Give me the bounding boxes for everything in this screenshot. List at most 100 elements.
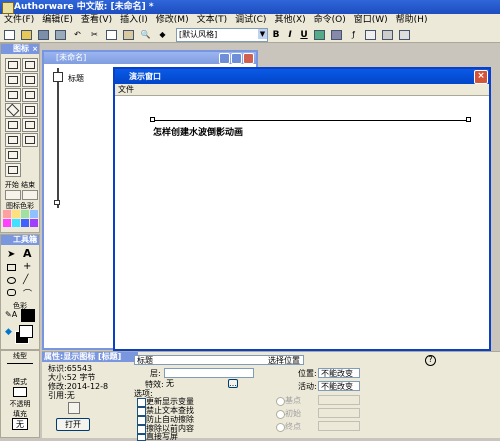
new-file-icon[interactable]: [2, 28, 17, 42]
erase-icon[interactable]: [5, 73, 21, 87]
flow-icon-label[interactable]: 标题: [68, 73, 84, 84]
commands-icon[interactable]: [397, 28, 412, 42]
polygon-tool-icon[interactable]: ⌒: [23, 287, 32, 300]
underline-button[interactable]: U: [298, 30, 310, 40]
menu-text[interactable]: 文本(T): [193, 14, 232, 27]
pen-color-icon[interactable]: ✎A: [5, 310, 17, 319]
menu-help[interactable]: 帮助(H): [392, 14, 432, 27]
open-folder-icon[interactable]: [19, 28, 34, 42]
color-swatch[interactable]: [30, 210, 38, 218]
checkbox-prevent-auto-erase[interactable]: [137, 416, 146, 425]
save-icon[interactable]: [36, 28, 51, 42]
close-icon[interactable]: ×: [32, 44, 38, 54]
knowledge-icon[interactable]: [380, 28, 395, 42]
color-swatch[interactable]: [3, 210, 11, 218]
ellipse-tool-icon[interactable]: [7, 277, 16, 284]
fill-bucket-icon[interactable]: ◆: [5, 327, 12, 337]
menu-view[interactable]: 查看(V): [77, 14, 116, 27]
paste-icon[interactable]: [121, 28, 136, 42]
calculation-icon[interactable]: [5, 118, 21, 132]
menu-debug[interactable]: 调试(C): [231, 14, 270, 27]
movie-icon[interactable]: [5, 133, 21, 147]
color-swatch[interactable]: [21, 210, 29, 218]
layer-field[interactable]: [164, 368, 254, 378]
framework-icon[interactable]: [22, 88, 38, 102]
active-select[interactable]: 不能改变: [318, 381, 360, 391]
maximize-icon[interactable]: [231, 53, 242, 64]
close-icon[interactable]: ×: [474, 70, 488, 84]
end-flag-icon[interactable]: [22, 190, 38, 200]
text-box-handle-right[interactable]: [466, 117, 471, 122]
effect-more-button[interactable]: …: [228, 379, 238, 388]
wait-icon[interactable]: [22, 73, 38, 87]
navigate-icon[interactable]: [5, 88, 21, 102]
cut-icon[interactable]: ✂: [87, 28, 102, 42]
open-button[interactable]: 打开: [56, 418, 90, 431]
rectangle-tool-icon[interactable]: [7, 264, 16, 271]
menu-file[interactable]: 文件(F): [0, 14, 38, 27]
color-swatch[interactable]: [3, 219, 11, 227]
stroke-color-swatch[interactable]: [21, 309, 35, 322]
text-tool-icon[interactable]: A: [23, 247, 32, 260]
position-select[interactable]: 不能改变: [318, 368, 360, 378]
start-end-labels: 开始 结束: [1, 180, 39, 190]
minimize-icon[interactable]: [219, 53, 230, 64]
style-select[interactable]: [默认风格] ▼: [176, 27, 268, 42]
menu-command[interactable]: 命令(O): [310, 14, 350, 27]
control-panel-icon[interactable]: [329, 28, 344, 42]
close-icon[interactable]: [243, 53, 254, 64]
checkbox-erase-previous[interactable]: [137, 425, 146, 434]
functions-icon[interactable]: ƒ: [346, 28, 361, 42]
variables-icon[interactable]: [363, 28, 378, 42]
map-icon[interactable]: [22, 118, 38, 132]
radio-base[interactable]: [276, 397, 285, 406]
text-box-handle-left[interactable]: [150, 117, 155, 122]
menu-other[interactable]: 其他(X): [270, 14, 309, 27]
color-swatch[interactable]: [12, 219, 20, 227]
display-icon[interactable]: [5, 58, 21, 72]
toolbox-title: 工具箱 ×: [1, 235, 39, 245]
presentation-menu-file[interactable]: 文件: [118, 85, 134, 94]
mode-swatch[interactable]: [13, 387, 27, 397]
undo-icon[interactable]: ↶: [70, 28, 85, 42]
fill-value[interactable]: 无: [12, 418, 28, 430]
line-tool-icon[interactable]: ╱: [23, 275, 28, 285]
text-style-icon[interactable]: ◆: [155, 28, 170, 42]
end-field: [318, 421, 360, 431]
restart-icon[interactable]: [312, 28, 327, 42]
import-icon[interactable]: [53, 28, 68, 42]
menu-modify[interactable]: 修改(M): [152, 14, 193, 27]
menu-window[interactable]: 窗口(W): [350, 14, 392, 27]
display-flow-icon[interactable]: [53, 72, 63, 82]
rounded-rect-tool-icon[interactable]: [7, 289, 16, 296]
color-swatch[interactable]: [30, 219, 38, 227]
text-box-content[interactable]: 怎样创建水波倒影动画: [153, 125, 243, 138]
color-swatch[interactable]: [21, 219, 29, 227]
radio-end[interactable]: [276, 423, 285, 432]
motion-icon[interactable]: [22, 58, 38, 72]
crosshair-tool-icon[interactable]: +: [23, 261, 31, 272]
pointer-tool-icon[interactable]: ➤: [7, 249, 15, 260]
bold-button[interactable]: B: [270, 30, 282, 40]
video-icon[interactable]: [5, 148, 21, 162]
icon-panel-title-text: 图标: [13, 44, 29, 53]
menu-insert[interactable]: 插入(I): [116, 14, 152, 27]
color-swatch[interactable]: [12, 210, 20, 218]
chevron-down-icon[interactable]: ▼: [258, 28, 267, 39]
close-icon[interactable]: ×: [32, 235, 38, 245]
decision-icon[interactable]: [5, 103, 21, 117]
copy-icon[interactable]: [104, 28, 119, 42]
line-style-thin[interactable]: [7, 363, 33, 364]
help-icon[interactable]: ?: [425, 355, 436, 366]
italic-button[interactable]: I: [284, 30, 296, 40]
checkbox-update-variables[interactable]: [137, 398, 146, 407]
checkbox-disable-text-search[interactable]: [137, 407, 146, 416]
menu-edit[interactable]: 编辑(E): [38, 14, 77, 27]
find-icon[interactable]: 🔍: [138, 28, 153, 42]
interaction-icon[interactable]: [22, 103, 38, 117]
start-flag-icon[interactable]: [5, 190, 21, 200]
knowledge-object-icon[interactable]: [5, 163, 21, 177]
foreground-color-swatch[interactable]: [19, 325, 33, 338]
radio-initial[interactable]: [276, 410, 285, 419]
sound-icon[interactable]: [22, 133, 38, 147]
